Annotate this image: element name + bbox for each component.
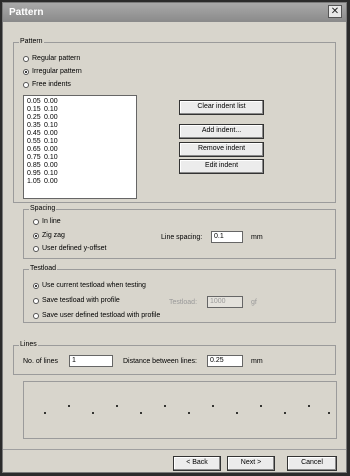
preview-point bbox=[328, 412, 330, 414]
list-item[interactable]: 0.95 0.10 bbox=[27, 170, 133, 178]
next-button[interactable]: Next > bbox=[227, 456, 275, 471]
distance-between-lines-label: Distance between lines: bbox=[123, 358, 197, 365]
radio-zig-zag[interactable]: Zig zag bbox=[33, 232, 65, 239]
radio-indicator bbox=[33, 312, 39, 319]
radio-label: Regular pattern bbox=[32, 55, 81, 62]
radio-in-line[interactable]: In line bbox=[33, 218, 61, 225]
radio-label: Irregular pattern bbox=[32, 68, 82, 75]
indent-list[interactable]: 0.05 0.00 0.15 0.10 0.25 0.00 0.35 0.10 0.45… bbox=[23, 95, 137, 199]
radio-regular-pattern[interactable]: Regular pattern bbox=[23, 55, 80, 62]
preview-point bbox=[92, 412, 94, 414]
preview-point bbox=[164, 405, 166, 407]
radio-indicator bbox=[33, 282, 39, 289]
list-item[interactable]: 0.35 0.10 bbox=[27, 122, 133, 130]
preview-point bbox=[260, 405, 262, 407]
back-button[interactable]: < Back bbox=[173, 456, 221, 471]
radio-label: Save testload with profile bbox=[42, 297, 120, 304]
add-indent-button[interactable]: Add indent... bbox=[179, 124, 264, 139]
line-spacing-label: Line spacing: bbox=[161, 234, 203, 241]
testload-group-label: Testload bbox=[29, 265, 58, 272]
radio-use-current-testload[interactable]: Use current testload when testing bbox=[33, 282, 146, 289]
preview-point bbox=[188, 412, 190, 414]
radio-user-defined-y-offset[interactable]: User defined y-offset bbox=[33, 245, 106, 252]
close-icon: ✕ bbox=[330, 6, 340, 17]
pattern-preview bbox=[23, 381, 337, 439]
radio-label: Free indents bbox=[32, 81, 71, 88]
radio-indicator bbox=[33, 232, 39, 239]
list-item[interactable]: 0.85 0.00 bbox=[27, 162, 133, 170]
close-button[interactable]: ✕ bbox=[328, 5, 342, 18]
title-bar[interactable]: Pattern ✕ bbox=[3, 3, 346, 22]
preview-point bbox=[68, 405, 70, 407]
number-of-lines-input[interactable]: 1 bbox=[69, 355, 113, 367]
footer-divider bbox=[3, 449, 346, 450]
list-item[interactable]: 1.05 0.00 bbox=[27, 178, 133, 186]
remove-indent-button[interactable]: Remove indent bbox=[179, 142, 264, 157]
preview-point bbox=[140, 412, 142, 414]
preview-point bbox=[116, 405, 118, 407]
lines-group-label: Lines bbox=[19, 341, 38, 348]
radio-label: Zig zag bbox=[42, 232, 65, 239]
list-item[interactable]: 0.55 0.10 bbox=[27, 138, 133, 146]
preview-point bbox=[212, 405, 214, 407]
spacing-group-label: Spacing bbox=[29, 205, 57, 212]
distance-unit: mm bbox=[251, 358, 263, 365]
list-item[interactable]: 0.75 0.10 bbox=[27, 154, 133, 162]
testload-unit: gf bbox=[251, 299, 257, 306]
radio-indicator bbox=[23, 68, 29, 75]
pattern-dialog: Pattern ✕ Pattern Regular pattern Irregu… bbox=[2, 2, 347, 473]
list-item[interactable]: 0.05 0.00 bbox=[27, 98, 133, 106]
radio-indicator bbox=[33, 245, 39, 252]
list-item[interactable]: 0.45 0.00 bbox=[27, 130, 133, 138]
distance-between-lines-input[interactable]: 0.25 bbox=[207, 355, 243, 367]
radio-label: In line bbox=[42, 218, 61, 225]
radio-free-indents[interactable]: Free indents bbox=[23, 81, 71, 88]
edit-indent-button[interactable]: Edit indent bbox=[179, 159, 264, 174]
radio-label: Use current testload when testing bbox=[42, 282, 146, 289]
cancel-button[interactable]: Cancel bbox=[287, 456, 337, 471]
clear-indent-list-button[interactable]: Clear indent list bbox=[179, 100, 264, 115]
preview-point bbox=[308, 405, 310, 407]
list-item[interactable]: 0.15 0.10 bbox=[27, 106, 133, 114]
preview-point bbox=[44, 412, 46, 414]
list-item[interactable]: 0.25 0.00 bbox=[27, 114, 133, 122]
radio-save-user-defined-testload[interactable]: Save user defined testload with profile bbox=[33, 312, 160, 319]
testload-label: Testload: bbox=[169, 299, 198, 306]
number-of-lines-label: No. of lines bbox=[23, 358, 59, 365]
pattern-group-label: Pattern bbox=[19, 38, 44, 45]
radio-indicator bbox=[33, 218, 39, 225]
preview-point bbox=[236, 412, 238, 414]
line-spacing-input[interactable]: 0.1 bbox=[211, 231, 243, 243]
radio-indicator bbox=[23, 81, 29, 88]
radio-label: Save user defined testload with profile bbox=[42, 312, 161, 319]
list-item[interactable]: 0.65 0.00 bbox=[27, 146, 133, 154]
radio-save-testload-with-profile[interactable]: Save testload with profile bbox=[33, 297, 120, 304]
radio-indicator bbox=[33, 297, 39, 304]
line-spacing-unit: mm bbox=[251, 234, 263, 241]
radio-irregular-pattern[interactable]: Irregular pattern bbox=[23, 68, 82, 75]
dialog-title: Pattern bbox=[9, 7, 44, 18]
radio-label: User defined y-offset bbox=[42, 245, 107, 252]
testload-input[interactable]: 1000 bbox=[207, 296, 243, 308]
preview-point bbox=[284, 412, 286, 414]
radio-indicator bbox=[23, 55, 29, 62]
